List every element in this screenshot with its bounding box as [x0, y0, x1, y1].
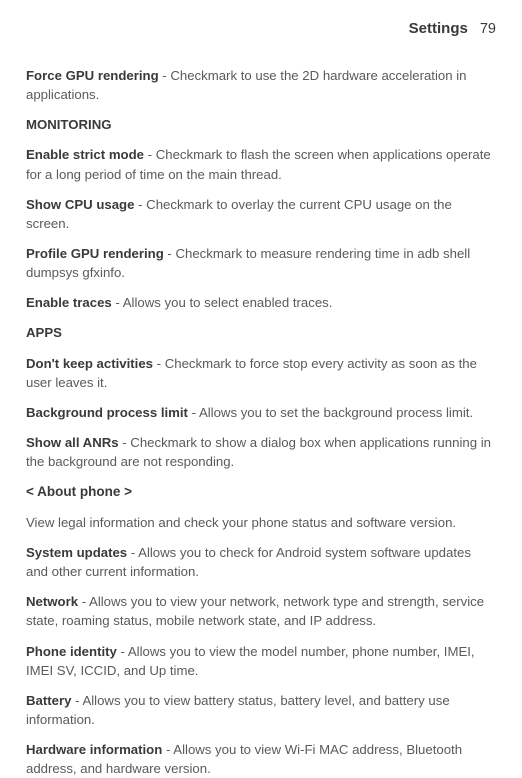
desc: - Allows you to view your network, netwo…	[26, 594, 484, 628]
term: Enable traces	[26, 295, 112, 310]
desc: - Allows you to view battery status, bat…	[26, 693, 450, 727]
section-monitoring: MONITORING	[26, 115, 496, 134]
term: Force GPU rendering	[26, 68, 159, 83]
term: Phone identity	[26, 644, 117, 659]
term: Enable strict mode	[26, 147, 144, 162]
term: System updates	[26, 545, 127, 560]
page-header: Settings 79	[26, 18, 496, 40]
term: Show all ANRs	[26, 435, 119, 450]
heading-about-phone: < About phone >	[26, 482, 496, 502]
term: Show CPU usage	[26, 197, 134, 212]
entry-phone-identity: Phone identity - Allows you to view the …	[26, 642, 496, 680]
entry-enable-traces: Enable traces - Allows you to select ena…	[26, 293, 496, 312]
desc: - Allows you to select enabled traces.	[112, 295, 333, 310]
entry-cpu-usage: Show CPU usage - Checkmark to overlay th…	[26, 195, 496, 233]
entry-strict-mode: Enable strict mode - Checkmark to flash …	[26, 145, 496, 183]
desc: - Allows you to set the background proce…	[188, 405, 473, 420]
term: Hardware information	[26, 742, 162, 757]
term: Battery	[26, 693, 71, 708]
about-intro: View legal information and check your ph…	[26, 513, 496, 532]
entry-anrs: Show all ANRs - Checkmark to show a dial…	[26, 433, 496, 471]
entry-bg-limit: Background process limit - Allows you to…	[26, 403, 496, 422]
section-apps: APPS	[26, 323, 496, 342]
term: Background process limit	[26, 405, 188, 420]
entry-network: Network - Allows you to view your networ…	[26, 592, 496, 630]
term: Network	[26, 594, 78, 609]
entry-profile-gpu: Profile GPU rendering - Checkmark to mea…	[26, 244, 496, 282]
page-number: 79	[480, 19, 496, 40]
entry-system-updates: System updates - Allows you to check for…	[26, 543, 496, 581]
entry-force-gpu: Force GPU rendering - Checkmark to use t…	[26, 66, 496, 104]
term: Profile GPU rendering	[26, 246, 164, 261]
term: Don't keep activities	[26, 356, 153, 371]
entry-hardware-info: Hardware information - Allows you to vie…	[26, 740, 496, 778]
header-title: Settings	[409, 18, 468, 40]
entry-dont-keep: Don't keep activities - Checkmark to for…	[26, 354, 496, 392]
entry-battery: Battery - Allows you to view battery sta…	[26, 691, 496, 729]
